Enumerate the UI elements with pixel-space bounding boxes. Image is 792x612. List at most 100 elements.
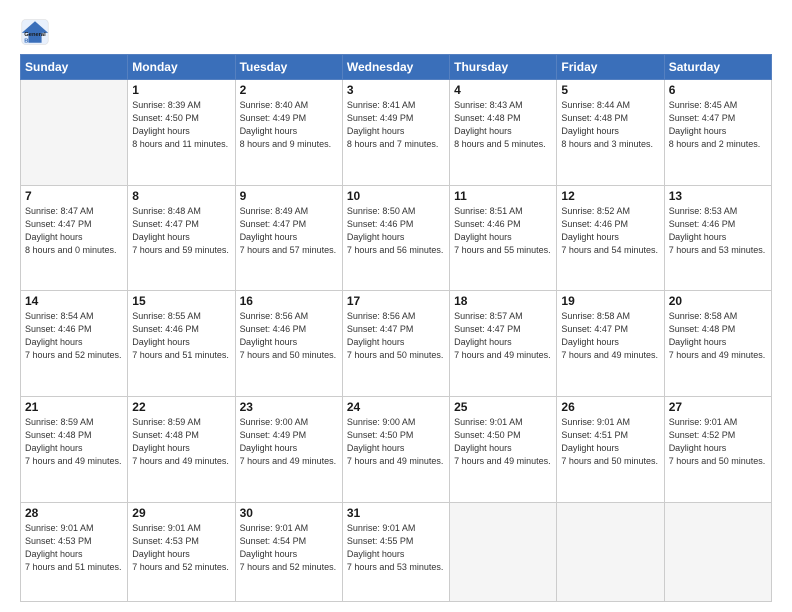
svg-text:General: General [24,32,46,38]
day-info: Sunrise: 8:55 AMSunset: 4:46 PMDaylight … [132,310,230,362]
day-info: Sunrise: 8:49 AMSunset: 4:47 PMDaylight … [240,205,338,257]
day-number: 26 [561,400,659,414]
day-info: Sunrise: 8:47 AMSunset: 4:47 PMDaylight … [25,205,123,257]
calendar-cell: 11Sunrise: 8:51 AMSunset: 4:46 PMDayligh… [450,185,557,291]
day-number: 17 [347,294,445,308]
calendar-cell: 21Sunrise: 8:59 AMSunset: 4:48 PMDayligh… [21,396,128,502]
page: General Blue Sunday Monday Tuesday Wedne… [0,0,792,612]
day-number: 19 [561,294,659,308]
day-number: 7 [25,189,123,203]
calendar-cell: 6 Sunrise: 8:45 AMSunset: 4:47 PMDaylight… [664,80,771,186]
day-number: 5 [561,83,659,97]
calendar-cell: 8 Sunrise: 8:48 AMSunset: 4:47 PMDaylight… [128,185,235,291]
calendar-cell: 30Sunrise: 9:01 AMSunset: 4:54 PMDayligh… [235,502,342,601]
calendar-cell: 18 Sunrise: 8:57 AMSunset: 4:47 PMDayligh… [450,291,557,397]
calendar-cell: 14 Sunrise: 8:54 AMSunset: 4:46 PMDayligh… [21,291,128,397]
calendar-cell: 25 Sunrise: 9:01 AMSunset: 4:50 PMDayligh… [450,396,557,502]
day-info: Sunrise: 8:52 AMSunset: 4:46 PMDaylight … [561,205,659,257]
header-saturday: Saturday [664,55,771,80]
header-friday: Friday [557,55,664,80]
day-number: 2 [240,83,338,97]
calendar-cell: 16 Sunrise: 8:56 AMSunset: 4:46 PMDayligh… [235,291,342,397]
day-info: Sunrise: 8:56 AMSunset: 4:47 PMDaylight … [347,310,445,362]
day-info: Sunrise: 8:56 AMSunset: 4:46 PMDaylight … [240,310,338,362]
calendar-cell: 4Sunrise: 8:43 AMSunset: 4:48 PMDaylight… [450,80,557,186]
day-number: 27 [669,400,767,414]
day-number: 23 [240,400,338,414]
day-number: 12 [561,189,659,203]
calendar-cell: 23 Sunrise: 9:00 AMSunset: 4:49 PMDayligh… [235,396,342,502]
day-number: 29 [132,506,230,520]
day-info: Sunrise: 8:54 AMSunset: 4:46 PMDaylight … [25,310,123,362]
calendar-cell: 17 Sunrise: 8:56 AMSunset: 4:47 PMDayligh… [342,291,449,397]
calendar-cell: 22 Sunrise: 8:59 AMSunset: 4:48 PMDayligh… [128,396,235,502]
day-info: Sunrise: 9:01 AMSunset: 4:53 PMDaylight … [132,522,230,574]
calendar-cell [557,502,664,601]
header-thursday: Thursday [450,55,557,80]
calendar-cell [664,502,771,601]
calendar-week-row: 1Sunrise: 8:39 AMSunset: 4:50 PMDaylight… [21,80,772,186]
calendar-week-row: 28 Sunrise: 9:01 AMSunset: 4:53 PMDayligh… [21,502,772,601]
calendar-cell [450,502,557,601]
calendar-cell: 20 Sunrise: 8:58 AMSunset: 4:48 PMDayligh… [664,291,771,397]
calendar-cell: 19Sunrise: 8:58 AMSunset: 4:47 PMDayligh… [557,291,664,397]
calendar-cell: 3Sunrise: 8:41 AMSunset: 4:49 PMDaylight… [342,80,449,186]
day-info: Sunrise: 8:59 AMSunset: 4:48 PMDaylight … [132,416,230,468]
header-sunday: Sunday [21,55,128,80]
day-info: Sunrise: 8:45 AMSunset: 4:47 PMDaylight … [669,99,767,151]
day-info: Sunrise: 8:48 AMSunset: 4:47 PMDaylight … [132,205,230,257]
day-info: Sunrise: 9:00 AMSunset: 4:50 PMDaylight … [347,416,445,468]
calendar-cell: 28 Sunrise: 9:01 AMSunset: 4:53 PMDayligh… [21,502,128,601]
logo: General Blue [20,18,54,46]
calendar-cell: 1Sunrise: 8:39 AMSunset: 4:50 PMDaylight… [128,80,235,186]
day-info: Sunrise: 8:44 AMSunset: 4:48 PMDaylight … [561,99,659,151]
day-number: 14 [25,294,123,308]
day-info: Sunrise: 8:51 AMSunset: 4:46 PMDaylight … [454,205,552,257]
calendar-week-row: 21Sunrise: 8:59 AMSunset: 4:48 PMDayligh… [21,396,772,502]
day-number: 16 [240,294,338,308]
svg-text:Blue: Blue [24,39,36,45]
logo-icon: General Blue [20,18,50,46]
day-info: Sunrise: 8:58 AMSunset: 4:48 PMDaylight … [669,310,767,362]
header: General Blue [20,18,772,46]
calendar-cell: 2 Sunrise: 8:40 AMSunset: 4:49 PMDaylight… [235,80,342,186]
day-number: 13 [669,189,767,203]
day-number: 18 [454,294,552,308]
calendar-cell: 7 Sunrise: 8:47 AMSunset: 4:47 PMDaylight… [21,185,128,291]
day-info: Sunrise: 8:40 AMSunset: 4:49 PMDaylight … [240,99,338,151]
calendar-cell: 15Sunrise: 8:55 AMSunset: 4:46 PMDayligh… [128,291,235,397]
day-number: 28 [25,506,123,520]
day-number: 3 [347,83,445,97]
calendar-cell: 10Sunrise: 8:50 AMSunset: 4:46 PMDayligh… [342,185,449,291]
day-number: 6 [669,83,767,97]
day-info: Sunrise: 9:00 AMSunset: 4:49 PMDaylight … [240,416,338,468]
calendar-cell: 26 Sunrise: 9:01 AMSunset: 4:51 PMDayligh… [557,396,664,502]
day-info: Sunrise: 9:01 AMSunset: 4:53 PMDaylight … [25,522,123,574]
day-info: Sunrise: 8:59 AMSunset: 4:48 PMDaylight … [25,416,123,468]
day-number: 20 [669,294,767,308]
calendar-week-row: 14 Sunrise: 8:54 AMSunset: 4:46 PMDayligh… [21,291,772,397]
calendar-cell: 9 Sunrise: 8:49 AMSunset: 4:47 PMDaylight… [235,185,342,291]
day-number: 8 [132,189,230,203]
calendar-cell: 5 Sunrise: 8:44 AMSunset: 4:48 PMDaylight… [557,80,664,186]
weekday-header-row: Sunday Monday Tuesday Wednesday Thursday… [21,55,772,80]
day-number: 9 [240,189,338,203]
day-number: 24 [347,400,445,414]
day-number: 25 [454,400,552,414]
day-number: 1 [132,83,230,97]
calendar-cell [21,80,128,186]
calendar-cell: 13 Sunrise: 8:53 AMSunset: 4:46 PMDayligh… [664,185,771,291]
day-number: 22 [132,400,230,414]
day-info: Sunrise: 8:53 AMSunset: 4:46 PMDaylight … [669,205,767,257]
day-info: Sunrise: 9:01 AMSunset: 4:50 PMDaylight … [454,416,552,468]
header-wednesday: Wednesday [342,55,449,80]
day-number: 31 [347,506,445,520]
calendar-week-row: 7 Sunrise: 8:47 AMSunset: 4:47 PMDaylight… [21,185,772,291]
calendar-cell: 31Sunrise: 9:01 AMSunset: 4:55 PMDayligh… [342,502,449,601]
header-tuesday: Tuesday [235,55,342,80]
day-info: Sunrise: 8:43 AMSunset: 4:48 PMDaylight … [454,99,552,151]
calendar-cell: 12 Sunrise: 8:52 AMSunset: 4:46 PMDayligh… [557,185,664,291]
day-info: Sunrise: 9:01 AMSunset: 4:51 PMDaylight … [561,416,659,468]
day-info: Sunrise: 8:57 AMSunset: 4:47 PMDaylight … [454,310,552,362]
header-monday: Monday [128,55,235,80]
